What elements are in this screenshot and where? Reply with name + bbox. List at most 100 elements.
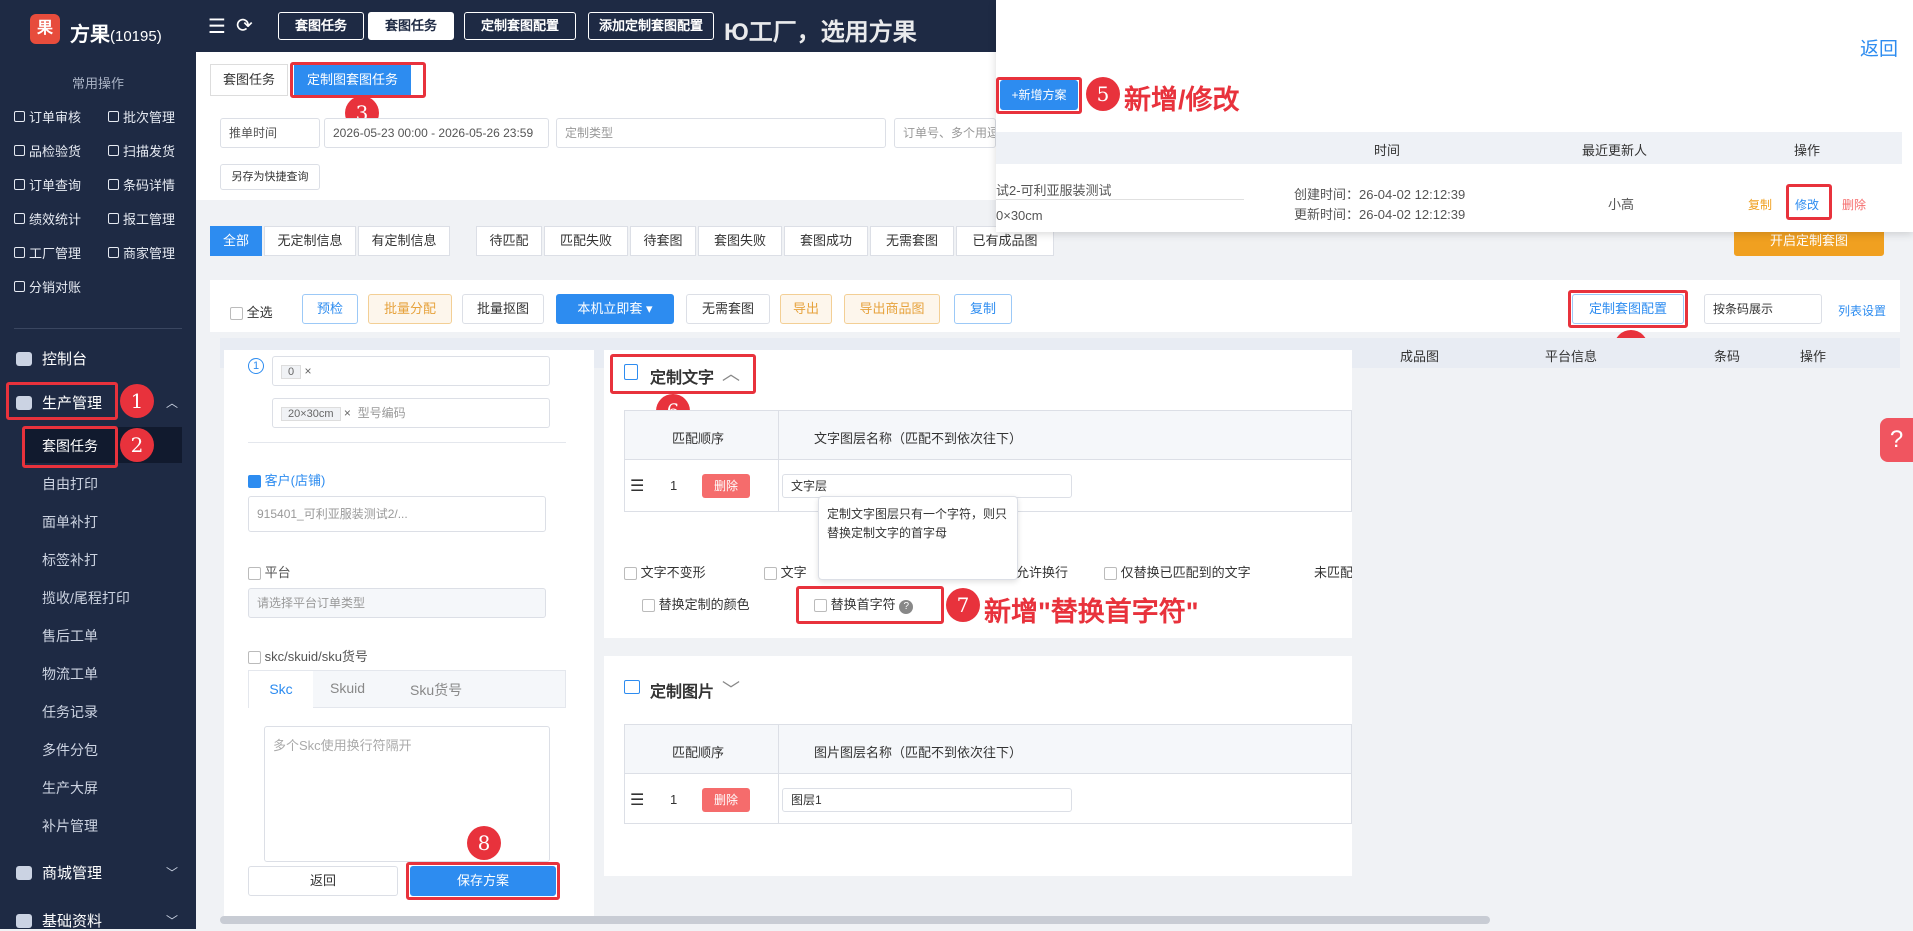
image-layer-input[interactable]: 图层1 [782,788,1072,812]
opt-replace-color[interactable]: 替换定制的颜色 [642,594,750,613]
opt-replace-first[interactable]: 替换首字符 ? [814,594,914,614]
nav-aftersale[interactable]: 售后工单 [42,626,98,646]
time-type-select[interactable]: 推单时间 [220,118,320,148]
checkbox[interactable] [248,651,261,665]
platform-checkbox[interactable]: 平台 [248,562,291,581]
drag-handle-icon[interactable]: ☰ [630,476,644,496]
custom-type-select[interactable]: 定制类型 [556,118,886,148]
select-all[interactable]: 全选 [230,302,273,321]
date-range-input[interactable]: 2026-05-23 00:00 - 2026-05-26 23:59 [324,118,549,148]
quick-merchant[interactable]: 商家管理 [108,243,175,262]
nav-free-print[interactable]: 自由打印 [42,474,98,494]
batch-assign-button[interactable]: 批量分配 [368,294,452,324]
no-need-button[interactable]: 无需套图 [686,294,770,324]
filter-fail[interactable]: 套图失败 [698,226,782,256]
nav-label-reprint[interactable]: 标签补打 [42,550,98,570]
filter-match-fail[interactable]: 匹配失败 [544,226,628,256]
quick-scan-ship[interactable]: 扫描发货 [108,141,175,160]
nav-console[interactable]: 控制台 [16,348,178,369]
quick-distribution[interactable]: 分销对账 [14,277,81,296]
filter-no-need[interactable]: 无需套图 [870,226,954,256]
subtab-custom[interactable]: 定制图套图任务 [294,64,412,96]
filter-all[interactable]: 全部 [210,226,262,256]
checkbox[interactable] [230,307,243,321]
sku-checkbox[interactable]: skc/skuid/sku货号 [248,646,368,665]
order-no-input[interactable]: 订单号、多个用逗 [894,118,996,148]
quick-report[interactable]: 报工管理 [108,209,175,228]
form-back-button[interactable]: 返回 [248,866,398,896]
image-delete-button[interactable]: 删除 [702,788,750,812]
quick-performance[interactable]: 绩效统计 [14,209,81,228]
opt-replace-matched[interactable]: 仅替换已匹配到的文字 [1104,562,1251,581]
custom-config-button[interactable]: 定制套图配置 [1572,294,1684,324]
top-tab-3[interactable]: 定制套图配置 [464,12,576,40]
filter-has-custom[interactable]: 有定制信息 [358,226,450,256]
checkbox[interactable] [642,599,655,613]
checkbox[interactable] [624,567,637,581]
platform-select[interactable]: 请选择平台订单类型 [248,588,546,618]
nav-patch[interactable]: 补片管理 [42,816,98,836]
subtab-task[interactable]: 套图任务 [210,64,289,96]
copy-button[interactable]: 复制 [954,294,1012,324]
opt-text[interactable]: 文字 [764,562,807,581]
filter-wait[interactable]: 待套图 [630,226,696,256]
export-button[interactable]: 导出 [780,294,832,324]
quick-inspect[interactable]: 品检验货 [14,141,81,160]
filter-no-custom[interactable]: 无定制信息 [264,226,356,256]
quick-order-review[interactable]: 订单审核 [14,107,81,126]
quick-batch[interactable]: 批次管理 [108,107,175,126]
checkbox[interactable] [248,475,261,489]
sku-tab-skuid[interactable]: Skuid [330,680,365,696]
local-print-button[interactable]: 本机立即套 ▾ [556,294,674,324]
sku-tab-skc[interactable]: Skc [249,671,313,708]
scrollbar[interactable] [220,916,1490,924]
text-delete-button[interactable]: 删除 [702,474,750,498]
top-tab-4[interactable]: 添加定制套图配置 [588,12,714,40]
menu-icon[interactable]: ☰ [208,14,226,39]
sku-tab-skuno[interactable]: Sku货号 [410,680,462,700]
nav-base[interactable]: 基础资料 ﹀ [16,910,178,931]
refresh-icon[interactable]: ⟳ [236,13,253,38]
filter-pending[interactable]: 待匹配 [476,226,542,256]
drag-handle-icon[interactable]: ☰ [630,790,644,810]
opt-unmatched[interactable]: 未匹配 [1314,562,1352,581]
new-plan-button[interactable]: +新增方案 [1000,80,1078,110]
quick-order-query[interactable]: 订单查询 [14,175,81,194]
help-icon[interactable]: ? [1880,418,1913,462]
export-goods-button[interactable]: 导出商品图 [844,294,940,324]
save-plan-button[interactable]: 保存方案 [410,866,556,896]
nav-mall[interactable]: 商城管理 ﹀ [16,862,178,883]
nav-task-log[interactable]: 任务记录 [42,702,98,722]
size-model-select[interactable]: 20×30cm × 型号编码 [272,398,550,428]
chevron-up-icon[interactable]: ︿ [722,360,740,386]
checkbox[interactable] [1104,567,1117,581]
checkbox[interactable] [248,567,261,581]
opt-wrap[interactable]: 允许换行 [1016,562,1068,581]
nav-big-screen[interactable]: 生产大屏 [42,778,98,798]
opt-no-deform[interactable]: 文字不变形 [624,562,706,581]
chevron-down-icon[interactable]: ﹀ [722,676,740,702]
overlay-back-link[interactable]: 返回 [1860,34,1898,61]
text-layer-input[interactable]: 文字层 [782,474,1072,498]
nav-logistics[interactable]: 物流工单 [42,664,98,684]
overlay-delete-link[interactable]: 删除 [1842,196,1866,213]
tag-select[interactable]: 0 × [272,356,550,386]
nav-套图任务[interactable]: 套图任务 [42,436,98,456]
list-settings-link[interactable]: 列表设置 [1838,302,1886,319]
quick-factory[interactable]: 工厂管理 [14,243,81,262]
batch-cutout-button[interactable]: 批量抠图 [462,294,544,324]
overlay-copy-link[interactable]: 复制 [1748,196,1772,213]
quick-barcode[interactable]: 条码详情 [108,175,175,194]
top-tab-2[interactable]: 套图任务 [368,12,454,40]
customer-checkbox[interactable]: 客户(店铺) [248,470,325,489]
sku-textarea[interactable]: 多个Skc使用换行符隔开 [264,726,550,862]
save-quick-query-button[interactable]: 另存为快捷查询 [220,164,320,190]
checkbox[interactable] [764,567,777,581]
top-tab-1[interactable]: 套图任务 [278,12,364,40]
nav-multi-package[interactable]: 多件分包 [42,740,98,760]
filter-success[interactable]: 套图成功 [784,226,868,256]
precheck-button[interactable]: 预检 [302,294,358,324]
customer-select[interactable]: 915401_可利亚服装测试2/... [248,496,546,532]
barcode-view-select[interactable]: 按条码展示 [1704,294,1822,324]
nav-waybill-reprint[interactable]: 面单补打 [42,512,98,532]
